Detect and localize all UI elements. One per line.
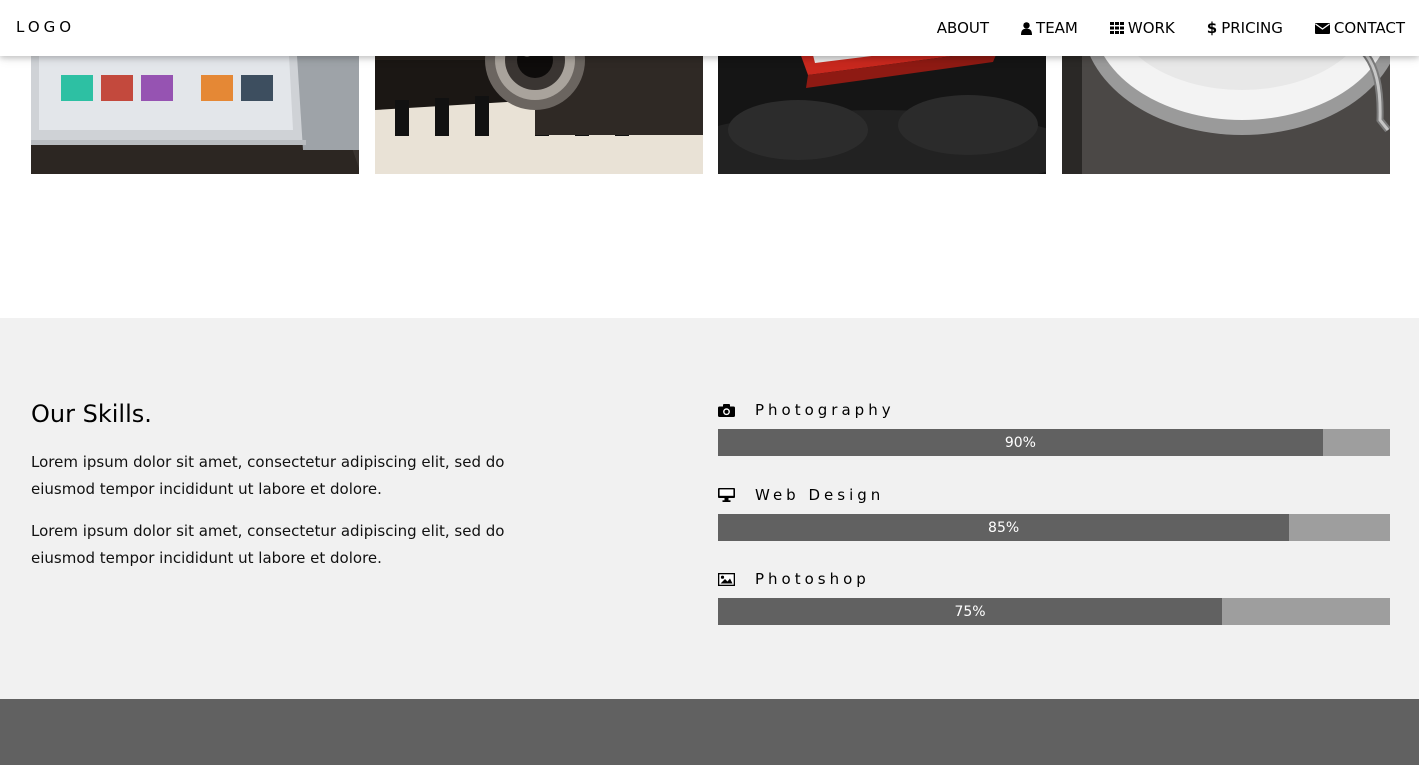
skills-section: Our Skills. Lorem ipsum dolor sit amet, …	[0, 318, 1419, 699]
nav-work[interactable]: WORK	[1109, 19, 1175, 37]
nav-pricing[interactable]: $ PRICING	[1207, 19, 1283, 37]
skill-web-design: Web Design 85%	[718, 485, 1390, 541]
skills-paragraph-1: Lorem ipsum dolor sit amet, consectetur …	[31, 453, 505, 498]
skill-name: Web Design	[755, 486, 885, 504]
skills-paragraph-2: Lorem ipsum dolor sit amet, consectetur …	[31, 522, 505, 567]
nav-team-label: TEAM	[1036, 19, 1078, 37]
image-icon	[718, 572, 736, 586]
user-icon	[1021, 21, 1033, 35]
envelope-icon	[1314, 22, 1330, 34]
skills-title: Our Skills.	[31, 400, 152, 428]
progress-bar: 90%	[718, 429, 1390, 456]
nav-contact-label: CONTACT	[1333, 19, 1405, 37]
skill-photography: Photography 90%	[718, 400, 1390, 456]
progress-label: 85%	[988, 519, 1020, 536]
progress-fill: 75%	[718, 598, 1222, 625]
progress-label: 75%	[954, 603, 986, 620]
nav-pricing-label: PRICING	[1221, 19, 1283, 37]
progress-fill: 85%	[718, 514, 1290, 541]
nav-work-label: WORK	[1127, 19, 1175, 37]
footer	[0, 699, 1419, 765]
progress-bar: 85%	[718, 514, 1390, 541]
logo[interactable]: LOGO	[16, 18, 75, 36]
nav-about[interactable]: ABOUT	[937, 19, 989, 37]
skill-name: Photography	[755, 401, 895, 419]
progress-fill: 90%	[718, 429, 1323, 456]
camera-icon	[718, 403, 736, 417]
top-navbar: LOGO ABOUT TEAM WORK $ PRICING CONTACT	[0, 0, 1419, 56]
monitor-icon	[718, 488, 736, 502]
nav-team[interactable]: TEAM	[1021, 19, 1078, 37]
progress-bar: 75%	[718, 598, 1390, 625]
skill-name: Photoshop	[755, 570, 870, 588]
nav-menu: ABOUT TEAM WORK $ PRICING CONTACT	[905, 0, 1405, 56]
progress-label: 90%	[1004, 434, 1036, 451]
nav-about-label: ABOUT	[936, 19, 990, 37]
skill-photoshop: Photoshop 75%	[718, 569, 1390, 625]
grid-icon	[1109, 22, 1124, 34]
nav-contact[interactable]: CONTACT	[1314, 19, 1405, 37]
dollar-icon: $	[1206, 19, 1218, 37]
